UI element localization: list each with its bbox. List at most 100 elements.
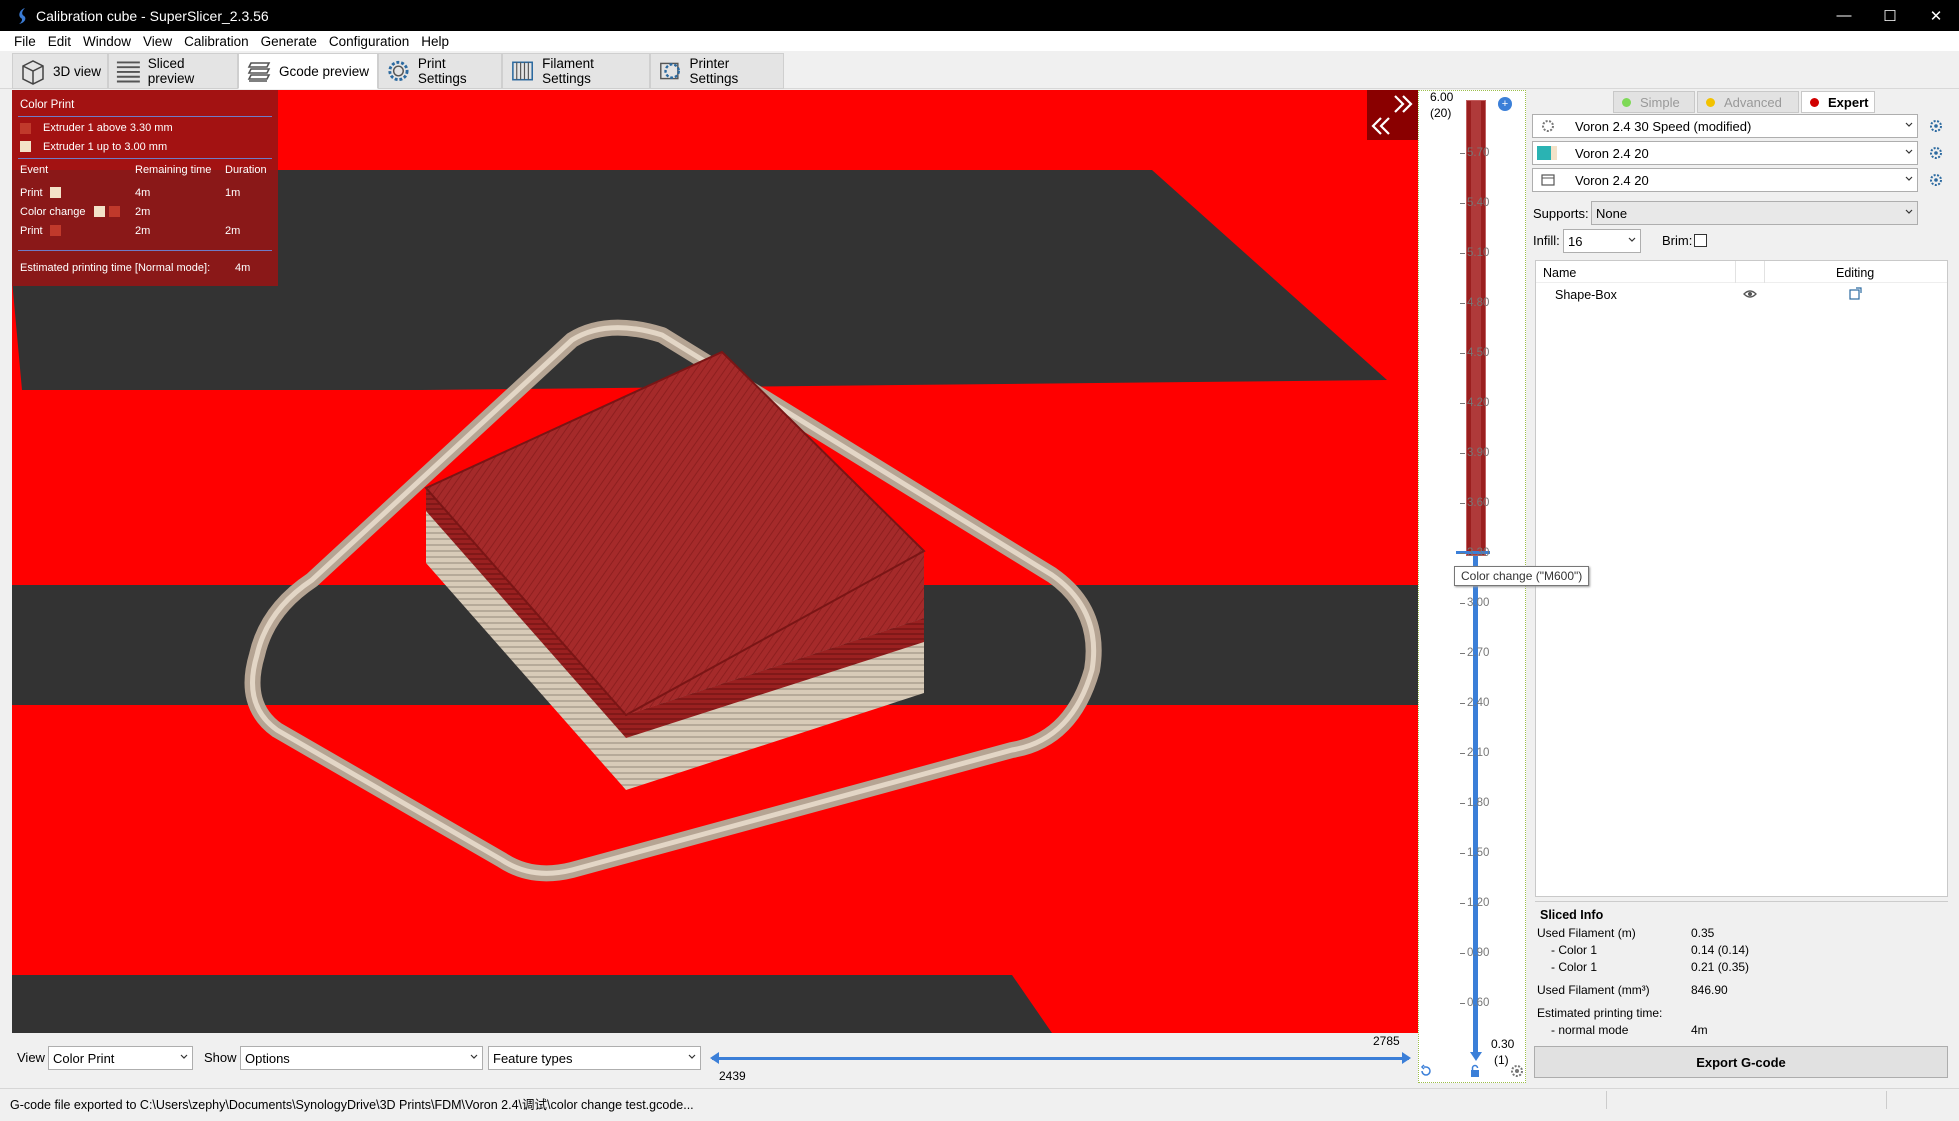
eye-icon[interactable] bbox=[1743, 288, 1757, 300]
chevron-down-icon bbox=[688, 1054, 696, 1059]
view-label: View bbox=[17, 1050, 45, 1065]
tick-label: 1.50 bbox=[1467, 847, 1490, 859]
calibration-cube bbox=[424, 350, 926, 790]
menu-bar: File Edit Window View Calibration Genera… bbox=[0, 31, 1959, 51]
preview-bottom-bar: View Color Print Show Options Feature ty… bbox=[0, 1033, 1418, 1083]
mode-expert-button[interactable]: Expert bbox=[1801, 91, 1875, 113]
tab-label: Gcode preview bbox=[279, 63, 370, 79]
tab-print-settings[interactable]: Print Settings bbox=[378, 53, 502, 89]
feature-types-select[interactable]: Feature types bbox=[488, 1046, 701, 1070]
edit-filament-preset-icon[interactable] bbox=[1929, 146, 1943, 160]
menu-file[interactable]: File bbox=[8, 34, 42, 49]
menu-help[interactable]: Help bbox=[415, 34, 455, 49]
slider-bottom-value: 0.30 bbox=[1491, 1037, 1515, 1051]
tab-bar: 3D view Sliced preview Gcode preview Pri… bbox=[0, 51, 1959, 89]
brim-checkbox[interactable] bbox=[1694, 234, 1707, 247]
edit-icon[interactable] bbox=[1849, 287, 1862, 300]
chevron-down-icon bbox=[470, 1054, 478, 1059]
maximize-button[interactable]: ☐ bbox=[1867, 0, 1913, 31]
infill-label: Infill: bbox=[1533, 233, 1560, 248]
tab-label: Filament Settings bbox=[542, 56, 594, 86]
legend-title: Color Print bbox=[20, 99, 75, 111]
gear-icon bbox=[388, 60, 409, 82]
move-slider-right-thumb[interactable] bbox=[1402, 1052, 1412, 1064]
settings-icon[interactable] bbox=[1510, 1064, 1524, 1078]
tick-label: 2.40 bbox=[1467, 697, 1490, 709]
show-label: Show bbox=[204, 1050, 237, 1065]
mode-simple-button[interactable]: Simple bbox=[1613, 91, 1695, 113]
supports-select[interactable]: None bbox=[1591, 201, 1918, 225]
column-header-editing[interactable]: Editing bbox=[1836, 266, 1874, 280]
cube-icon bbox=[22, 60, 44, 85]
printer-gear-icon bbox=[660, 62, 680, 80]
printer-profile-select[interactable]: Voron 2.4 20 bbox=[1532, 168, 1918, 192]
tick-label: 5.70 bbox=[1467, 147, 1490, 159]
chevron-down-icon bbox=[1905, 149, 1913, 154]
tab-3d-view[interactable]: 3D view bbox=[12, 53, 108, 89]
tick-label: 3.30 bbox=[1467, 547, 1490, 559]
undo-icon[interactable] bbox=[1419, 1064, 1433, 1078]
h-slider-min: 2439 bbox=[719, 1069, 746, 1083]
tab-sliced-preview[interactable]: Sliced preview bbox=[108, 53, 238, 89]
menu-edit[interactable]: Edit bbox=[42, 34, 77, 49]
used-filament-mm3-value: 846.90 bbox=[1691, 983, 1728, 997]
chevron-down-icon bbox=[180, 1054, 188, 1059]
normal-mode-value: 4m bbox=[1691, 1023, 1708, 1037]
layer-slider[interactable]: 6.00 (20) + 5.70 5.40 5.10 4.80 4.50 4.2… bbox=[1418, 90, 1590, 1083]
supports-label: Supports: bbox=[1533, 206, 1589, 221]
legend-divider bbox=[18, 158, 272, 159]
export-gcode-button[interactable]: Export G-code bbox=[1534, 1046, 1948, 1078]
mode-label: Simple bbox=[1640, 94, 1680, 110]
event-color-swatch bbox=[50, 187, 61, 198]
slider-bottom-thumb[interactable] bbox=[1470, 1052, 1482, 1062]
move-slider-left-thumb[interactable] bbox=[710, 1052, 720, 1064]
object-list[interactable]: Name Editing Shape-Box bbox=[1535, 260, 1948, 897]
show-options-select[interactable]: Options bbox=[240, 1046, 483, 1070]
view-type-select[interactable]: Color Print bbox=[48, 1046, 193, 1070]
collapse-sidebar-button[interactable] bbox=[1367, 90, 1418, 140]
tab-gcode-preview[interactable]: Gcode preview bbox=[238, 53, 378, 89]
menu-view[interactable]: View bbox=[137, 34, 178, 49]
tab-label: Printer Settings bbox=[689, 56, 739, 86]
tick-label: 4.20 bbox=[1467, 397, 1490, 409]
view-type-value: Color Print bbox=[53, 1050, 115, 1066]
tab-filament-settings[interactable]: Filament Settings bbox=[502, 53, 650, 89]
menu-configuration[interactable]: Configuration bbox=[323, 34, 415, 49]
tick-label: 4.80 bbox=[1467, 297, 1490, 309]
tick-label: 2.10 bbox=[1467, 747, 1490, 759]
menu-window[interactable]: Window bbox=[77, 34, 137, 49]
printer-profile-value: Voron 2.4 20 bbox=[1575, 172, 1649, 188]
menu-generate[interactable]: Generate bbox=[255, 34, 323, 49]
list-item[interactable]: Shape-Box bbox=[1536, 283, 1947, 305]
infill-value: 16 bbox=[1568, 233, 1583, 249]
superslicer-logo-icon bbox=[19, 7, 26, 24]
lock-icon[interactable] bbox=[1468, 1064, 1482, 1078]
tick-label: 3.90 bbox=[1467, 447, 1490, 459]
filament-profile-select[interactable]: Voron 2.4 20 bbox=[1532, 141, 1918, 165]
tick-label: 2.70 bbox=[1467, 647, 1490, 659]
used-filament-m-value: 0.35 bbox=[1691, 926, 1715, 940]
chevron-down-icon bbox=[1905, 176, 1913, 181]
slider-top-thumb[interactable]: + bbox=[1498, 97, 1512, 111]
mode-label: Expert bbox=[1828, 94, 1869, 110]
extruder-color-swatch bbox=[20, 141, 31, 152]
column-header-name[interactable]: Name bbox=[1543, 266, 1576, 280]
infill-select[interactable]: 16 bbox=[1563, 229, 1641, 253]
edit-printer-preset-icon[interactable] bbox=[1929, 173, 1943, 187]
window-title: Calibration cube - SuperSlicer_2.3.56 bbox=[36, 7, 269, 24]
color-change-tooltip: Color change ("M600") bbox=[1454, 566, 1590, 586]
move-slider-track[interactable] bbox=[712, 1057, 1409, 1060]
menu-calibration[interactable]: Calibration bbox=[178, 34, 255, 49]
close-button[interactable]: ✕ bbox=[1913, 0, 1959, 31]
used-filament-mm3-label: Used Filament (mm³) bbox=[1537, 983, 1650, 997]
legend-row-event: Print bbox=[20, 225, 43, 237]
tab-label: 3D view bbox=[53, 63, 102, 79]
edit-print-preset-icon[interactable] bbox=[1929, 119, 1943, 133]
minimize-button[interactable]: — bbox=[1821, 0, 1867, 31]
color-print-legend: Color Print Extruder 1 above 3.30 mm Ext… bbox=[12, 90, 278, 286]
print-profile-select[interactable]: Voron 2.4 30 Speed (modified) bbox=[1532, 114, 1918, 138]
tab-printer-settings[interactable]: Printer Settings bbox=[650, 53, 784, 89]
color1-label: - Color 1 bbox=[1551, 943, 1598, 957]
mode-advanced-button[interactable]: Advanced bbox=[1697, 91, 1799, 113]
legend-row-remaining: 2m bbox=[135, 225, 151, 237]
